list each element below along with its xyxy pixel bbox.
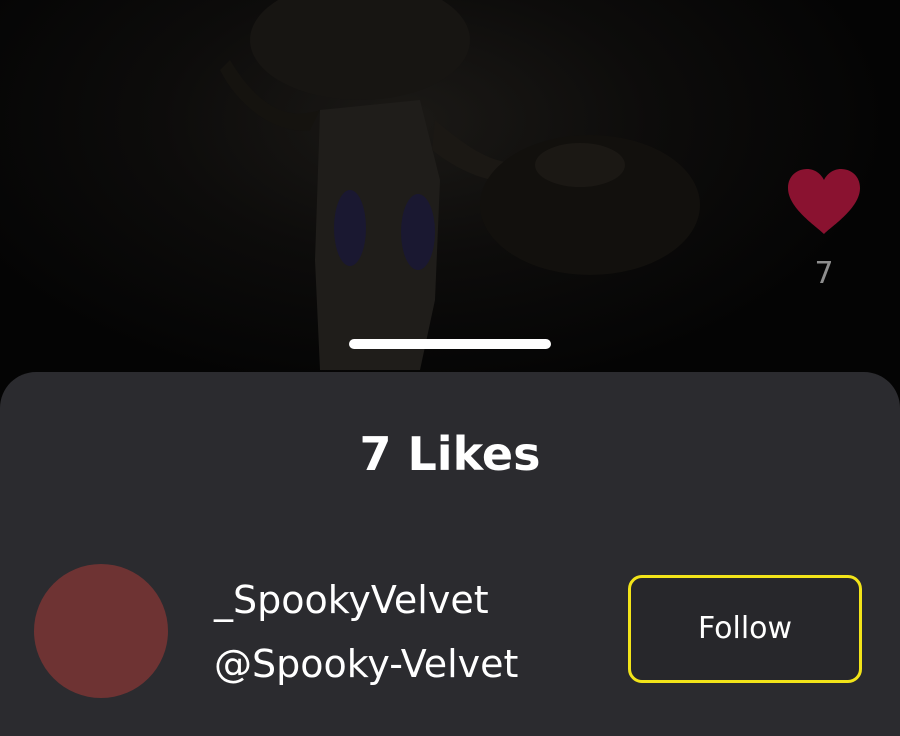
user-display-name[interactable]: _SpookyVelvet: [214, 576, 489, 624]
sheet-title: 7 Likes: [359, 427, 541, 481]
video-frame-figure: [220, 0, 700, 370]
sheet-drag-handle[interactable]: [349, 339, 551, 349]
user-handle[interactable]: @Spooky-Velvet: [214, 640, 518, 688]
likes-screen: 7 7 Likes _SpookyVelvet @Spooky-Velvet F…: [0, 0, 900, 736]
avatar[interactable]: [34, 564, 168, 698]
heart-icon[interactable]: [786, 168, 862, 236]
like-count: 7: [814, 256, 834, 291]
follow-button[interactable]: Follow: [628, 575, 862, 683]
heart-shape: [788, 169, 860, 234]
likes-sheet: 7 Likes _SpookyVelvet @Spooky-Velvet Fol…: [0, 372, 900, 736]
